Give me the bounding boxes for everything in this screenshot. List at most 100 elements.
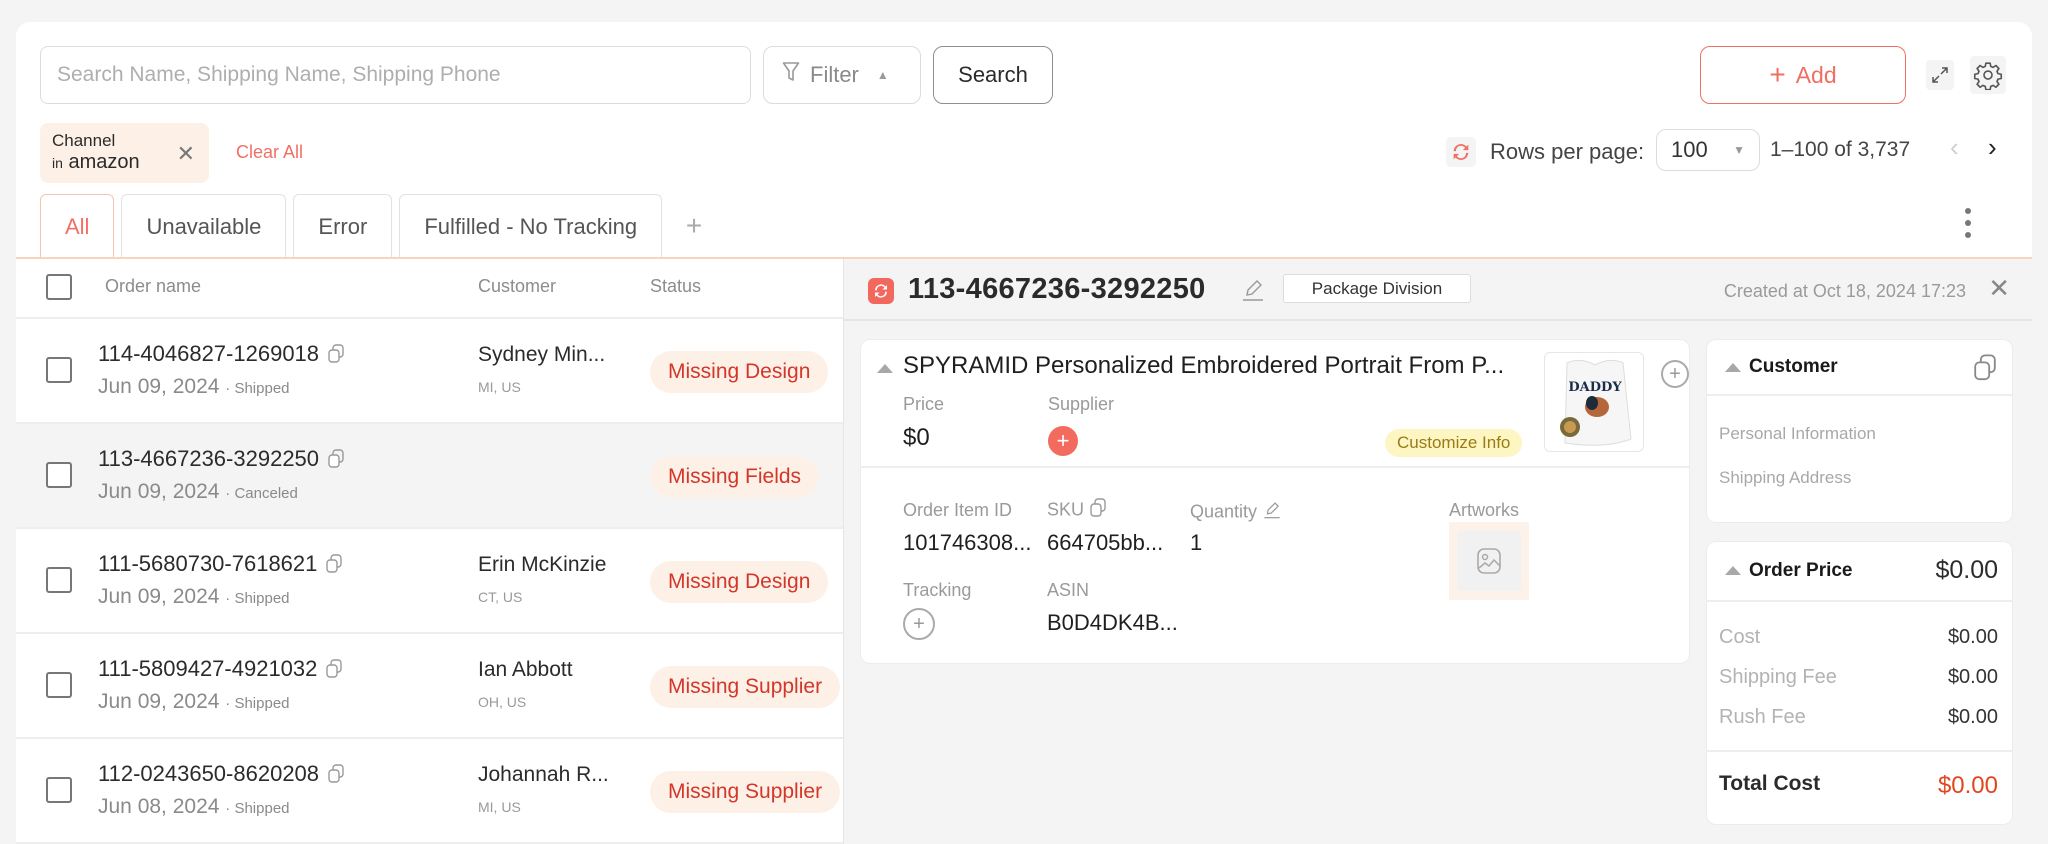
customer-name: Erin McKinzie [478,553,607,576]
divider [1707,750,2012,752]
personal-information-label: Personal Information [1719,424,1876,443]
package-division-button[interactable]: Package Division [1283,274,1471,303]
copy-icon[interactable] [327,764,345,784]
clear-all-link[interactable]: Clear All [236,142,303,163]
tab-all[interactable]: All [40,194,115,258]
tab-unavailable[interactable]: Unavailable [121,194,287,258]
add-tab-icon[interactable]: + [669,194,719,258]
customer-location: OH, US [478,694,527,710]
sync-icon [868,278,894,304]
svg-text:DADDY: DADDY [1568,380,1622,395]
search-input[interactable] [57,63,734,87]
asin-value: B0D4DK4B... [1047,610,1178,635]
customer-header: Customer [1707,340,2012,396]
customize-info-badge[interactable]: Customize Info [1385,429,1523,457]
caret-up-icon: ▲ [876,68,889,82]
tab-error[interactable]: Error [293,194,393,258]
asin-label: ASIN [1047,580,1090,600]
row-checkbox[interactable] [46,672,72,698]
edit-quantity-icon[interactable] [1262,500,1282,525]
rush-fee-row: Rush Fee $0.00 [1719,706,1998,728]
order-row[interactable]: 111-5809427-4921032 Jun 09, 2024 · Shippe… [16,634,843,739]
search-input-wrapper[interactable] [40,46,751,104]
chip-remove-icon[interactable]: ✕ [177,141,195,167]
rows-per-page-select[interactable]: 100 ▼ [1656,129,1760,171]
order-date: Jun 09, 2024 · Shipped [98,585,290,608]
item-summary: SPYRAMID Personalized Embroidered Portra… [861,340,1689,468]
customer-title: Customer [1749,356,1838,377]
collapse-icon[interactable] [1725,566,1741,575]
rows-per-page-value: 100 [1671,137,1708,162]
more-options-icon[interactable] [1963,208,1973,238]
row-checkbox[interactable] [46,462,72,488]
order-list: Order name Customer Status 114-4046827-1… [16,259,843,844]
sku-value: 664705bb... [1047,530,1164,555]
filter-chip-channel[interactable]: Channel in amazon ✕ [40,123,209,183]
edit-order-icon[interactable] [1241,277,1265,308]
funnel-icon [782,61,800,89]
image-placeholder-icon [1457,531,1521,591]
order-price-title: Order Price [1749,560,1853,581]
quantity-label: Quantity [1190,500,1282,525]
copy-icon[interactable] [1972,354,1998,387]
tab-fulfilled-no-tracking[interactable]: Fulfilled - No Tracking [399,194,663,258]
collapse-icon[interactable] [1725,363,1741,372]
add-tracking-icon[interactable]: + [903,608,935,640]
order-name: 113-4667236-3292250 [98,446,345,472]
add-supplier-button[interactable]: + [1048,426,1078,456]
select-all-checkbox[interactable] [46,274,72,300]
product-thumbnail[interactable]: DADDY [1544,352,1644,452]
rows-per-page-label: Rows per page: [1490,139,1645,164]
expand-icon[interactable] [1926,60,1954,90]
status-badge: Missing Design [650,351,829,393]
order-item-id-label: Order Item ID [903,500,1013,520]
shipping-fee-row: Shipping Fee $0.00 [1719,666,1998,688]
gear-icon[interactable] [1970,56,2006,94]
order-date: Jun 08, 2024 · Shipped [98,795,290,818]
cost-row: Cost $0.00 [1719,626,1998,648]
order-price-total: $0.00 [1935,556,1998,584]
copy-icon[interactable] [327,344,345,364]
column-order-name: Order name [105,276,202,296]
add-button[interactable]: + Add [1700,46,1906,104]
status-badge: Missing Supplier [650,771,841,813]
refresh-icon[interactable] [1446,137,1476,167]
caret-down-icon: ▼ [1733,143,1745,157]
search-button[interactable]: Search [933,46,1053,104]
status-badge: Missing Fields [650,456,820,498]
detail-order-id: 113-4667236-3292250 [908,273,1206,305]
sku-label: SKU [1047,498,1107,523]
order-price-card: Order Price $0.00 Cost $0.00 Shipping Fee… [1706,541,2013,825]
prev-page-icon[interactable]: ‹ [1950,132,1959,163]
close-icon[interactable]: ✕ [1988,273,2010,304]
customer-name: Sydney Min... [478,343,606,366]
detail-header: 113-4667236-3292250 Package Division Cre… [844,259,2032,321]
order-name: 111-5809427-4921032 [98,656,343,682]
item-title: SPYRAMID Personalized Embroidered Portra… [903,352,1505,379]
row-checkbox[interactable] [46,567,72,593]
copy-icon[interactable] [1089,498,1107,523]
order-row[interactable]: 112-0243650-8620208 Jun 08, 2024 · Shippe… [16,739,843,844]
tracking-label: Tracking [903,580,972,600]
customer-location: MI, US [478,799,521,815]
collapse-icon[interactable] [877,364,893,373]
copy-icon[interactable] [325,554,343,574]
order-row[interactable]: 114-4046827-1269018 Jun 09, 2024 · Shippe… [16,319,843,424]
filter-button[interactable]: Filter ▲ [763,46,921,104]
row-checkbox[interactable] [46,357,72,383]
plus-icon: + [1769,59,1786,90]
order-item-id-value: 101746308... [903,530,1032,555]
customer-card: Customer Personal Information Shipping A… [1706,339,2013,523]
customer-name: Ian Abbott [478,658,573,681]
next-page-icon[interactable]: › [1988,132,1997,163]
order-row[interactable]: 113-4667236-3292250 Jun 09, 2024 · Cancel… [16,424,843,529]
copy-icon[interactable] [325,659,343,679]
order-name: 112-0243650-8620208 [98,761,345,787]
artwork-slot[interactable] [1449,522,1529,600]
status-badge: Missing Supplier [650,666,841,708]
column-customer: Customer [478,276,557,296]
order-row[interactable]: 111-5680730-7618621 Jun 09, 2024 · Shippe… [16,529,843,634]
copy-icon[interactable] [327,449,345,469]
add-item-icon[interactable]: + [1661,360,1689,388]
row-checkbox[interactable] [46,777,72,803]
